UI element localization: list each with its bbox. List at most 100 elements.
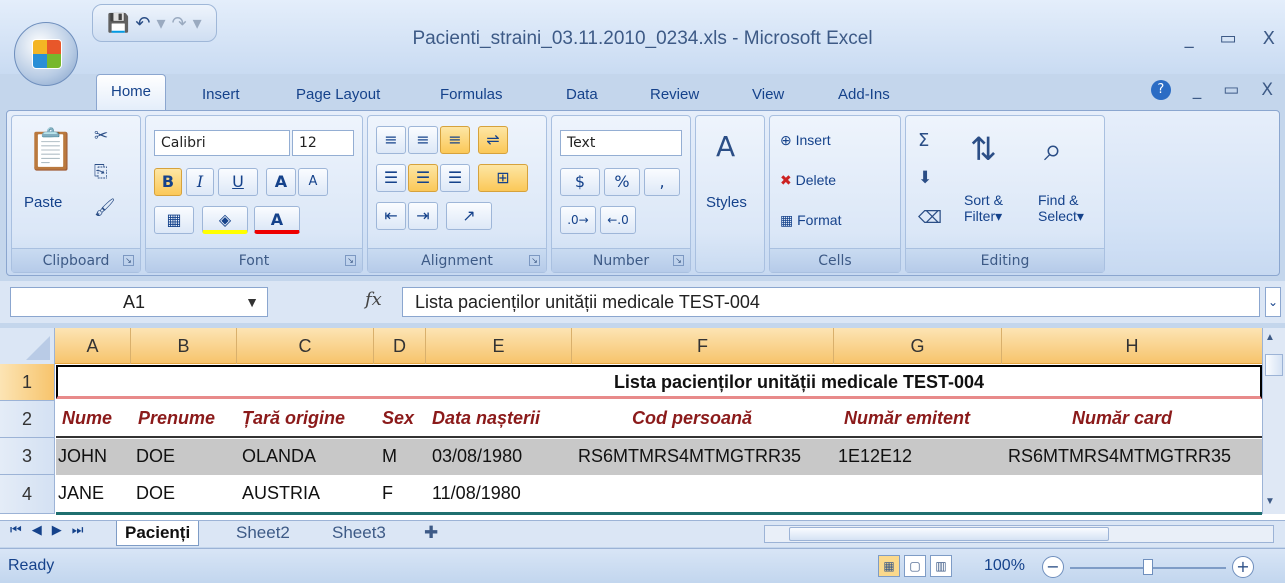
cell-d4[interactable]: F: [382, 483, 393, 504]
col-header-d[interactable]: D: [374, 328, 426, 364]
sort-filter-button[interactable]: Sort & Filter▾: [964, 192, 1003, 225]
horizontal-scrollbar[interactable]: [764, 525, 1274, 543]
delete-button[interactable]: ✖ Delete: [780, 172, 836, 189]
cut-icon[interactable]: ✂: [94, 126, 108, 146]
cell-c3[interactable]: OLANDA: [242, 446, 316, 467]
header-tara-origine[interactable]: Țară origine: [242, 408, 345, 429]
header-cod-persoana[interactable]: Cod persoană: [632, 408, 752, 429]
styles-icon[interactable]: A: [716, 130, 735, 163]
sheet-tab-sheet3[interactable]: Sheet3: [332, 521, 386, 546]
scroll-down-icon[interactable]: ▼: [1265, 496, 1275, 507]
col-header-h[interactable]: H: [1002, 328, 1262, 364]
font-color-icon[interactable]: A: [254, 206, 300, 234]
cell-e4[interactable]: 11/08/1980: [432, 483, 521, 504]
col-header-c[interactable]: C: [237, 328, 374, 364]
cell-g3[interactable]: 1E12E12: [838, 446, 912, 467]
comma-button[interactable]: ,: [644, 168, 680, 196]
orientation-icon[interactable]: ↗: [446, 202, 492, 230]
row-header-2[interactable]: 2: [0, 401, 55, 438]
tab-insert[interactable]: Insert: [202, 86, 240, 103]
merge-center-icon[interactable]: ⊞: [478, 164, 528, 192]
borders-icon[interactable]: ▦: [154, 206, 194, 234]
scroll-up-icon[interactable]: ▲: [1265, 332, 1275, 343]
chevron-down-icon[interactable]: ▼: [245, 288, 259, 316]
page-layout-view-icon[interactable]: ▢: [904, 555, 926, 577]
decrease-indent-icon[interactable]: ⇤: [376, 202, 406, 230]
h-scroll-thumb[interactable]: [789, 527, 1109, 541]
name-box[interactable]: A1 ▼: [10, 287, 268, 317]
cell-c4[interactable]: AUSTRIA: [242, 483, 320, 504]
tab-page-layout[interactable]: Page Layout: [296, 86, 380, 103]
align-bottom-icon[interactable]: ≡: [440, 126, 470, 154]
cell-h3[interactable]: RS6MTMRS4MTMGTRR35: [1008, 446, 1231, 467]
increase-decimal-icon[interactable]: .0→: [560, 206, 596, 234]
tab-data[interactable]: Data: [566, 86, 598, 103]
cell-d3[interactable]: M: [382, 446, 397, 467]
align-center-icon[interactable]: ☰: [408, 164, 438, 192]
launcher-icon[interactable]: ↘: [123, 255, 134, 266]
underline-button[interactable]: U: [218, 168, 258, 196]
currency-button[interactable]: $: [560, 168, 600, 196]
paste-button[interactable]: Paste: [24, 194, 62, 211]
align-middle-icon[interactable]: ≡: [408, 126, 438, 154]
select-all-button[interactable]: [0, 328, 55, 364]
copy-icon[interactable]: ⎘: [94, 162, 108, 182]
header-prenume[interactable]: Prenume: [138, 408, 215, 429]
sheet-title[interactable]: Lista pacienților unității medicale TEST…: [56, 365, 1262, 399]
maximize-icon[interactable]: ▭: [1220, 28, 1237, 49]
wb-close-icon[interactable]: X: [1261, 80, 1273, 100]
fill-icon[interactable]: ⬇: [918, 168, 932, 188]
align-left-icon[interactable]: ☰: [376, 164, 406, 192]
header-data-nasterii[interactable]: Data nașterii: [432, 408, 540, 429]
insert-button[interactable]: ⊕ Insert: [780, 132, 831, 149]
formula-input[interactable]: Lista pacienților unității medicale TEST…: [402, 287, 1260, 317]
header-nume[interactable]: Nume: [62, 408, 112, 429]
sheet-tab-sheet2[interactable]: Sheet2: [236, 521, 290, 546]
align-right-icon[interactable]: ☰: [440, 164, 470, 192]
cell-b3[interactable]: DOE: [136, 446, 175, 467]
tab-view[interactable]: View: [752, 86, 784, 103]
decrease-decimal-icon[interactable]: ←.0: [600, 206, 636, 234]
normal-view-icon[interactable]: ▦: [878, 555, 900, 577]
binoculars-icon[interactable]: ⌕: [1044, 130, 1062, 169]
tab-review[interactable]: Review: [650, 86, 699, 103]
header-numar-emitent[interactable]: Număr emitent: [844, 408, 970, 429]
minimize-icon[interactable]: _: [1185, 28, 1194, 49]
launcher-icon[interactable]: ↘: [345, 255, 356, 266]
increase-indent-icon[interactable]: ⇥: [408, 202, 438, 230]
autosum-icon[interactable]: Σ: [918, 130, 929, 151]
tab-formulas[interactable]: Formulas: [440, 86, 503, 103]
office-button[interactable]: [14, 22, 78, 86]
scroll-thumb[interactable]: [1265, 354, 1283, 376]
format-painter-icon[interactable]: 🖌: [94, 198, 116, 218]
col-header-a[interactable]: A: [55, 328, 131, 364]
col-header-g[interactable]: G: [834, 328, 1002, 364]
row-header-1[interactable]: 1: [0, 364, 55, 401]
wb-restore-icon[interactable]: ▭: [1223, 80, 1239, 100]
cell-a3[interactable]: JOHN: [58, 446, 107, 467]
sheet-nav-icons[interactable]: ⏮◀▶⏭: [10, 523, 93, 538]
grow-font-button[interactable]: A: [266, 168, 296, 196]
wrap-text-icon[interactable]: ⇌: [478, 126, 508, 154]
expand-formula-icon[interactable]: ⌄: [1265, 287, 1281, 317]
zoom-in-button[interactable]: +: [1232, 556, 1254, 578]
align-top-icon[interactable]: ≡: [376, 126, 406, 154]
zoom-out-button[interactable]: −: [1042, 556, 1064, 578]
row-header-3[interactable]: 3: [0, 438, 55, 475]
zoom-level[interactable]: 100%: [984, 557, 1025, 575]
cell-e3[interactable]: 03/08/1980: [432, 446, 522, 467]
wb-minimize-icon[interactable]: _: [1193, 80, 1202, 100]
sort-filter-icon[interactable]: ⇅: [970, 130, 997, 168]
styles-button[interactable]: Styles: [706, 194, 747, 211]
clear-icon[interactable]: ⌫: [918, 208, 942, 228]
italic-button[interactable]: I: [186, 168, 214, 196]
insert-function-icon[interactable]: fx: [365, 289, 382, 310]
bold-button[interactable]: B: [154, 168, 182, 196]
close-icon[interactable]: X: [1263, 28, 1275, 49]
launcher-icon[interactable]: ↘: [529, 255, 540, 266]
font-name-box[interactable]: Calibri: [154, 130, 290, 156]
col-header-e[interactable]: E: [426, 328, 572, 364]
paste-icon[interactable]: 📋: [26, 126, 76, 173]
cell-b4[interactable]: DOE: [136, 483, 175, 504]
launcher-icon[interactable]: ↘: [673, 255, 684, 266]
